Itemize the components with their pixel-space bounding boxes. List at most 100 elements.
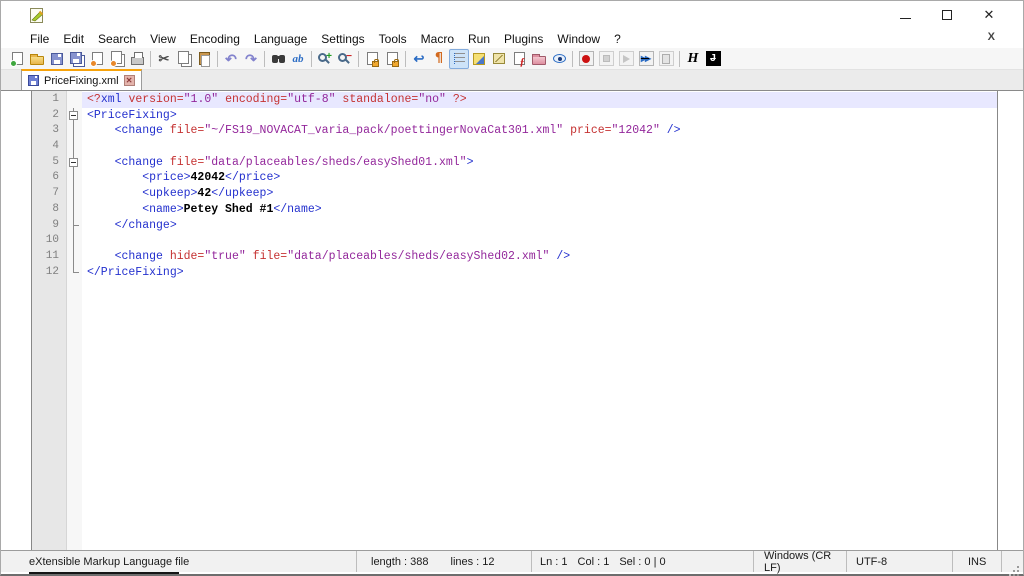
resize-grip[interactable] (1002, 551, 1023, 572)
open-file-button[interactable] (27, 49, 47, 69)
macro-play-icon (617, 50, 635, 68)
minimize-button[interactable] (897, 7, 913, 23)
menu-window[interactable]: Window (550, 30, 607, 48)
menu-view[interactable]: View (143, 30, 183, 48)
monitoring-icon (550, 50, 568, 68)
word-wrap-button[interactable]: ↩ (409, 49, 429, 69)
paste-icon (195, 50, 213, 68)
status-cursor-position: Ln : 1 Col : 1 Sel : 0 | 0 (531, 551, 753, 572)
notepad-plus-plus-window: ✕ FileEditSearchViewEncodingLanguageSett… (0, 0, 1024, 576)
find-button[interactable] (268, 49, 288, 69)
print-button[interactable] (127, 49, 147, 69)
macro-record-button[interactable] (576, 49, 596, 69)
redo-button[interactable]: ↷ (241, 49, 261, 69)
folder-as-workspace-icon (530, 50, 548, 68)
code-text: <price>42042</price> (82, 170, 997, 186)
menu-items: FileEditSearchViewEncodingLanguageSettin… (1, 30, 628, 48)
new-file-button[interactable] (7, 49, 27, 69)
function-list-button[interactable]: ƒ (509, 49, 529, 69)
paste-button[interactable] (194, 49, 214, 69)
macro-run-multiple-button[interactable]: ▶▶ (636, 49, 656, 69)
window-controls: ✕ (897, 1, 997, 29)
replace-button[interactable]: ab (288, 49, 308, 69)
save-button[interactable] (47, 49, 67, 69)
cut-icon: ✂ (155, 50, 173, 68)
sync-vertical-scrolling-button[interactable] (362, 49, 382, 69)
fold-collapse-marker[interactable] (66, 108, 82, 124)
status-length: length : 388 (371, 556, 429, 568)
macro-stop-button[interactable] (596, 49, 616, 69)
menu-search[interactable]: Search (91, 30, 143, 48)
macro-save-button[interactable] (656, 49, 676, 69)
zoom-in-button[interactable]: + (315, 49, 335, 69)
menu-plugins[interactable]: Plugins (497, 30, 550, 48)
jstool-button[interactable]: J (703, 49, 723, 69)
code-line-5[interactable]: 5 <change file="data/placeables/sheds/ea… (32, 155, 997, 171)
sync-horizontal-scrolling-icon (383, 50, 401, 68)
macro-play-button[interactable] (616, 49, 636, 69)
code-line-12[interactable]: 12</PriceFixing> (32, 265, 997, 281)
sync-horizontal-scrolling-button[interactable] (382, 49, 402, 69)
close-all-button[interactable] (107, 49, 127, 69)
fold-margin (66, 139, 82, 155)
code-line-2[interactable]: 2<PriceFixing> (32, 108, 997, 124)
code-line-11[interactable]: 11 <change hide="true" file="data/placea… (32, 249, 997, 265)
menu-file[interactable]: File (23, 30, 56, 48)
document-map-button[interactable] (489, 49, 509, 69)
menu-tools[interactable]: Tools (372, 30, 414, 48)
menu-macro[interactable]: Macro (414, 30, 461, 48)
status-eol-format: Windows (CR LF) (753, 551, 846, 572)
monitoring-button[interactable] (549, 49, 569, 69)
open-file-icon (28, 50, 46, 68)
close-button[interactable]: ✕ (981, 7, 997, 23)
user-defined-language-button[interactable] (469, 49, 489, 69)
undo-button[interactable]: ↶ (221, 49, 241, 69)
html-tag-button[interactable]: H (683, 49, 703, 69)
close-button[interactable] (87, 49, 107, 69)
code-line-10[interactable]: 10 (32, 233, 997, 249)
fold-margin (66, 170, 82, 186)
menu-settings[interactable]: Settings (314, 30, 371, 48)
status-bar: eXtensible Markup Language file length :… (1, 550, 1023, 572)
document-map-icon (490, 50, 508, 68)
code-line-4[interactable]: 4 (32, 139, 997, 155)
fold-collapse-marker[interactable] (66, 155, 82, 171)
zoom-out-button[interactable]: − (335, 49, 355, 69)
maximize-button[interactable] (939, 7, 955, 23)
menu-help[interactable]: ? (607, 30, 628, 48)
indent-guide-icon (450, 50, 468, 68)
editor[interactable]: 1<?xml version="1.0" encoding="utf-8" st… (31, 91, 998, 552)
replace-icon: ab (289, 50, 307, 68)
code-text: <change file="~/FS19_NOVACAT_varia_pack/… (82, 123, 997, 139)
menu-language[interactable]: Language (247, 30, 314, 48)
menu-run[interactable]: Run (461, 30, 497, 48)
cut-button[interactable]: ✂ (154, 49, 174, 69)
code-line-3[interactable]: 3 <change file="~/FS19_NOVACAT_varia_pac… (32, 123, 997, 139)
status-length-lines: length : 388 lines : 12 (356, 551, 531, 572)
tab-pricefixing-xml[interactable]: PriceFixing.xml (21, 69, 142, 90)
indent-guide-button[interactable] (449, 49, 469, 69)
tab-close-icon[interactable] (124, 75, 135, 86)
toolbar-separator (150, 51, 151, 67)
menu-encoding[interactable]: Encoding (183, 30, 247, 48)
save-all-button[interactable] (67, 49, 87, 69)
folder-as-workspace-button[interactable] (529, 49, 549, 69)
code-line-9[interactable]: 9 </change> (32, 218, 997, 234)
fold-margin (66, 123, 82, 139)
status-doc-type: eXtensible Markup Language file (1, 551, 356, 572)
find-icon (269, 50, 287, 68)
toolbar-separator (311, 51, 312, 67)
show-all-characters-button[interactable]: ¶ (429, 49, 449, 69)
menu-edit[interactable]: Edit (56, 30, 91, 48)
copy-button[interactable] (174, 49, 194, 69)
fold-margin (66, 249, 82, 265)
code-text: </change> (82, 218, 997, 234)
line-number: 9 (32, 218, 66, 234)
code-line-1[interactable]: 1<?xml version="1.0" encoding="utf-8" st… (32, 92, 997, 108)
doc-close-x-button[interactable]: X (988, 31, 995, 43)
code-text: <?xml version="1.0" encoding="utf-8" sta… (82, 92, 997, 108)
code-line-6[interactable]: 6 <price>42042</price> (32, 170, 997, 186)
code-text: <change file="data/placeables/sheds/easy… (82, 155, 997, 171)
code-line-7[interactable]: 7 <upkeep>42</upkeep> (32, 186, 997, 202)
code-line-8[interactable]: 8 <name>Petey Shed #1</name> (32, 202, 997, 218)
